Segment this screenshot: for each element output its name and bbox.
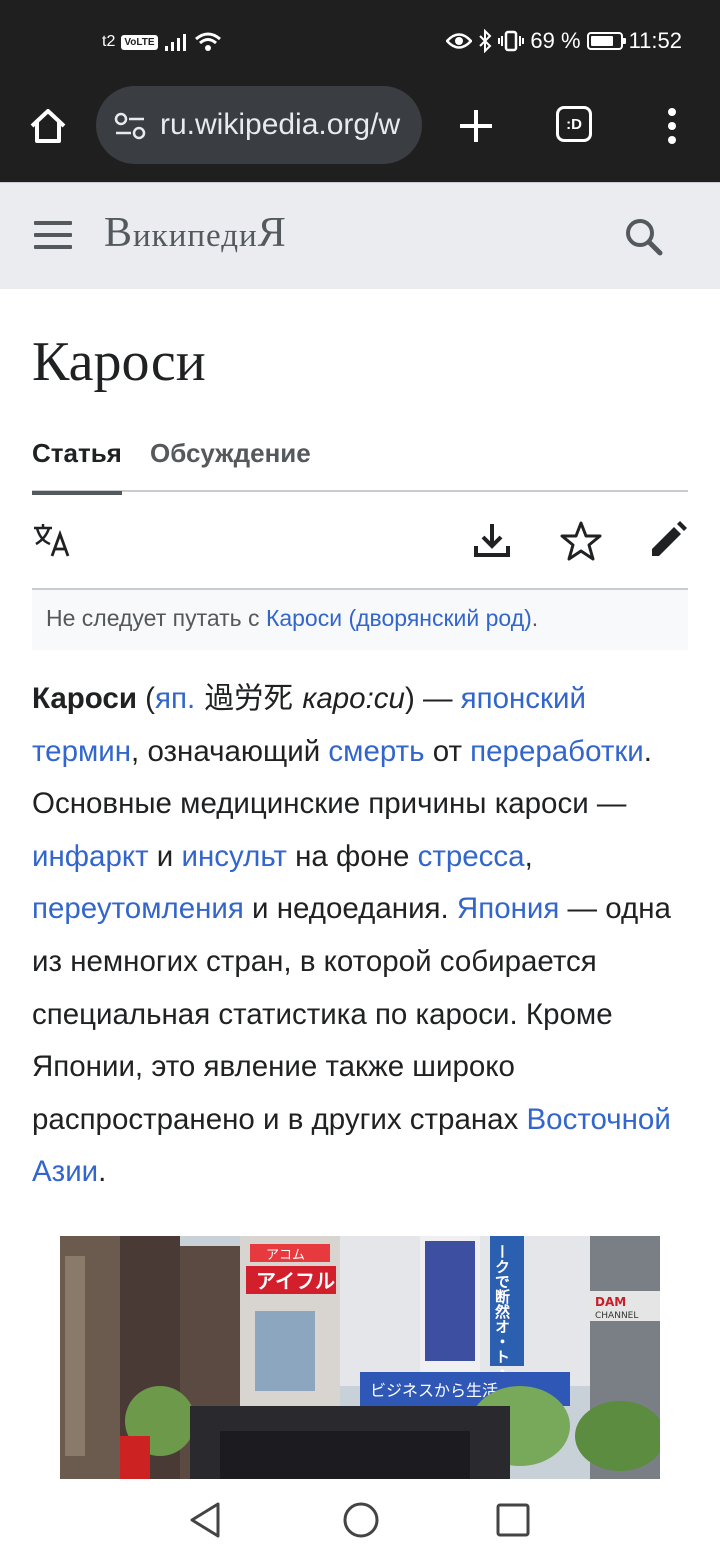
eye-icon xyxy=(446,33,473,49)
hatnote: Не следует путать с Кароси (дворянский р… xyxy=(32,590,688,650)
tune-icon[interactable] xyxy=(114,112,146,140)
url-text: ru.wikipedia.org/w xyxy=(160,108,401,141)
link-overwork[interactable]: переработки xyxy=(470,735,644,768)
sign-business: ビジネスから生活 xyxy=(370,1381,498,1400)
sign-vertical: ークで断然オ・ト・ク xyxy=(493,1244,511,1394)
link-jp[interactable]: яп. xyxy=(155,682,195,715)
article-paragraph: Кароси (яп. 過労死 каро:си) — японский терм… xyxy=(32,681,671,1189)
bluetooth-icon xyxy=(479,29,492,53)
volte-badge: VoLTE xyxy=(121,34,158,50)
tabs-count: :D xyxy=(566,115,582,133)
star-icon[interactable] xyxy=(560,520,602,562)
tab-talk[interactable]: Обсуждение xyxy=(150,438,311,469)
sign-dam: DAM xyxy=(595,1295,626,1309)
vibrate-icon xyxy=(498,30,525,52)
bold-term: Кароси xyxy=(32,682,137,715)
page-actions xyxy=(32,510,688,590)
status-right: 69 % 11:52 xyxy=(446,28,682,54)
status-bar: t2 VoLTE 69 % 11:52 xyxy=(0,0,720,84)
link-death[interactable]: смерть xyxy=(328,735,424,768)
translate-icon[interactable] xyxy=(32,520,74,562)
nav-back-icon[interactable] xyxy=(188,1501,224,1539)
plus-icon[interactable] xyxy=(456,106,496,146)
tabs-icon[interactable]: :D xyxy=(556,106,592,142)
browser-toolbar: ru.wikipedia.org/w :D xyxy=(0,84,720,182)
battery-percent: 69 % xyxy=(530,28,581,53)
tab-article[interactable]: Статья xyxy=(32,438,122,495)
sign-channel: CHANNEL xyxy=(595,1311,638,1321)
article-tabs: Статья Обсуждение xyxy=(32,436,688,495)
url-bar[interactable]: ru.wikipedia.org/w xyxy=(96,86,422,164)
more-vert-icon[interactable] xyxy=(662,106,682,146)
carrier-label: t2 xyxy=(102,33,116,50)
edit-icon[interactable] xyxy=(648,520,688,560)
wiki-logo[interactable]: ВикипедиЯ xyxy=(104,209,287,257)
status-left: t2 VoLTE xyxy=(102,31,222,53)
home-icon[interactable] xyxy=(28,106,68,146)
system-nav-bar xyxy=(0,1479,720,1560)
sign-acom: アコム xyxy=(266,1248,305,1263)
link-stress[interactable]: стресса xyxy=(418,840,525,873)
article-image[interactable]: アイフル アコム ークで断然オ・ト・ク ビジネスから生活 DAM CHANNEL xyxy=(60,1236,660,1479)
romaji: каро:си xyxy=(302,682,405,715)
hamburger-icon[interactable] xyxy=(34,221,72,257)
sign-aiful: アイフル xyxy=(256,1269,335,1293)
nav-home-icon[interactable] xyxy=(342,1501,380,1539)
download-icon[interactable] xyxy=(472,520,512,560)
search-icon[interactable] xyxy=(622,215,666,259)
link-infarct[interactable]: инфаркт xyxy=(32,840,149,873)
hatnote-link[interactable]: Кароси (дворянский род) xyxy=(266,605,532,631)
wifi-icon xyxy=(194,32,221,51)
signal-icon xyxy=(164,34,186,51)
jp-text: 過労死 xyxy=(195,681,303,715)
link-fatigue[interactable]: переутомления xyxy=(32,892,244,925)
street-photo: アイフル アコム ークで断然オ・ト・ク ビジネスから生活 DAM CHANNEL xyxy=(60,1236,660,1479)
battery-icon xyxy=(586,32,626,50)
nav-recents-icon[interactable] xyxy=(496,1503,530,1537)
clock: 11:52 xyxy=(628,28,682,53)
link-stroke[interactable]: инсульт xyxy=(181,840,286,873)
page-title: Кароси xyxy=(32,331,206,393)
wiki-header: ВикипедиЯ xyxy=(0,182,720,289)
link-japan[interactable]: Япония xyxy=(457,892,559,925)
